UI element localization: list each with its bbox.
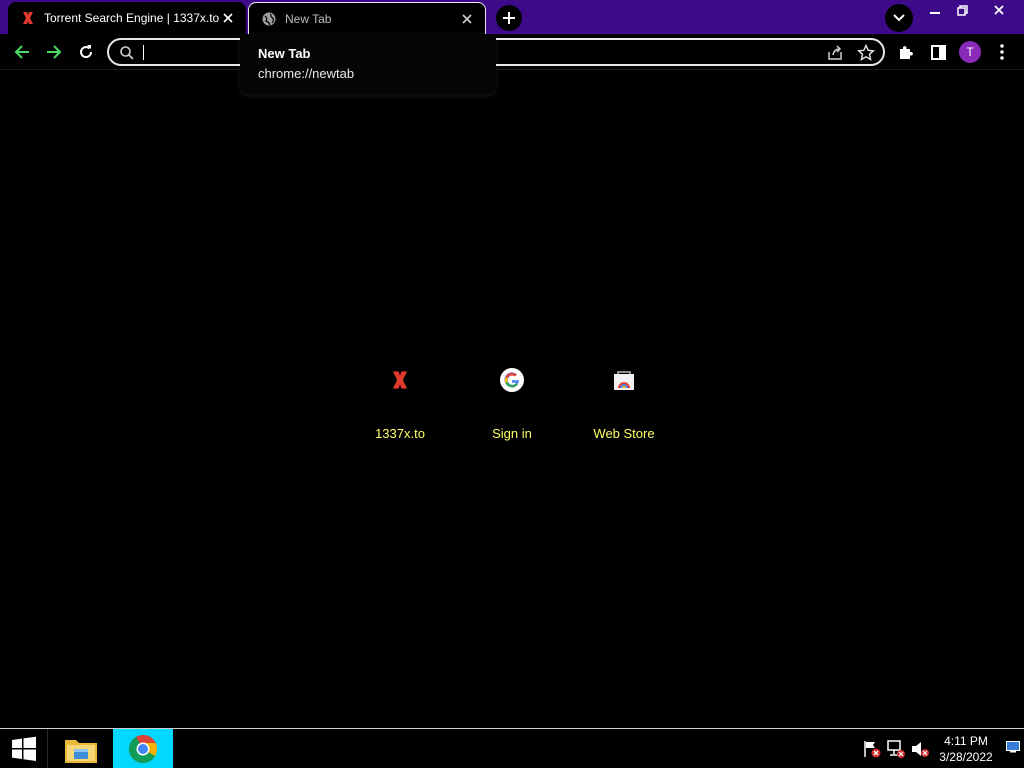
restore-icon [956, 4, 968, 16]
bookmark-star-icon[interactable] [857, 44, 875, 62]
shortcut-1337x[interactable]: 1337x.to [344, 356, 456, 452]
google-icon [488, 356, 536, 404]
clock-time: 4:11 PM [944, 734, 988, 748]
browser-toolbar: T [0, 34, 1024, 70]
folder-icon [65, 739, 97, 763]
network-icon[interactable] [886, 739, 906, 759]
share-icon[interactable] [826, 44, 844, 62]
clock-date: 3/28/2022 [939, 750, 993, 764]
notification-icon[interactable] [1006, 741, 1020, 753]
file-explorer-taskbar-button[interactable] [50, 729, 112, 768]
arrow-left-icon [14, 45, 29, 59]
globe-icon [261, 11, 277, 27]
forward-button[interactable] [42, 40, 66, 64]
chevron-down-icon [893, 14, 905, 22]
windows-logo-icon [11, 736, 36, 761]
back-button[interactable] [10, 40, 34, 64]
shortcut-label: 1337x.to [375, 426, 425, 441]
volume-muted-icon[interactable] [910, 739, 930, 759]
shortcut-label: Sign in [492, 426, 532, 441]
shortcut-sign-in[interactable]: Sign in [456, 356, 568, 452]
tab-title: Torrent Search Engine | 1337x.to [44, 11, 220, 25]
search-icon [120, 46, 134, 60]
tab-strip: Torrent Search Engine | 1337x.to New Tab [0, 0, 1024, 34]
tab-1337x[interactable]: Torrent Search Engine | 1337x.to [8, 2, 246, 34]
reload-button[interactable] [74, 40, 98, 64]
window-close-button[interactable] [982, 0, 1016, 20]
start-button[interactable] [0, 729, 48, 768]
chrome-taskbar-button[interactable] [113, 729, 173, 768]
side-panel-button[interactable] [926, 40, 950, 64]
action-center-flag-icon[interactable] [862, 739, 882, 759]
1337x-icon [376, 356, 424, 404]
close-icon [994, 5, 1004, 15]
address-bar[interactable] [107, 38, 885, 66]
side-panel-icon [930, 44, 946, 60]
tab-new-tab[interactable]: New Tab [248, 2, 486, 34]
1337x-x-icon [20, 10, 36, 26]
tab-search-button[interactable] [885, 4, 913, 32]
tab-hover-card: New Tab chrome://newtab [240, 34, 496, 94]
minimize-button[interactable] [920, 0, 950, 20]
close-tab-icon[interactable] [459, 11, 475, 27]
shortcut-label: Web Store [593, 426, 655, 441]
puzzle-icon [900, 46, 913, 59]
menu-button[interactable] [990, 40, 1014, 64]
reload-icon [80, 45, 93, 59]
taskbar-clock[interactable]: 4:11 PM 3/28/2022 [934, 733, 998, 765]
hover-card-url: chrome://newtab [258, 66, 355, 81]
arrow-right-icon [47, 45, 62, 59]
hover-card-title: New Tab [258, 46, 311, 61]
close-tab-icon[interactable] [220, 10, 236, 26]
profile-avatar[interactable]: T [959, 41, 981, 63]
text-caret [143, 45, 144, 60]
screen: Torrent Search Engine | 1337x.to New Tab [0, 0, 1024, 768]
taskbar: 4:11 PM 3/28/2022 [0, 728, 1024, 768]
restore-button[interactable] [947, 0, 977, 20]
extensions-button[interactable] [894, 40, 918, 64]
tab-title: New Tab [285, 11, 332, 26]
chrome-icon [129, 734, 157, 763]
shortcut-web-store[interactable]: Web Store [568, 356, 680, 452]
minimize-icon [930, 12, 940, 14]
new-tab-button[interactable] [496, 5, 522, 31]
web-store-icon [600, 356, 648, 404]
plus-icon [503, 12, 515, 24]
kebab-menu-icon [1000, 44, 1004, 60]
